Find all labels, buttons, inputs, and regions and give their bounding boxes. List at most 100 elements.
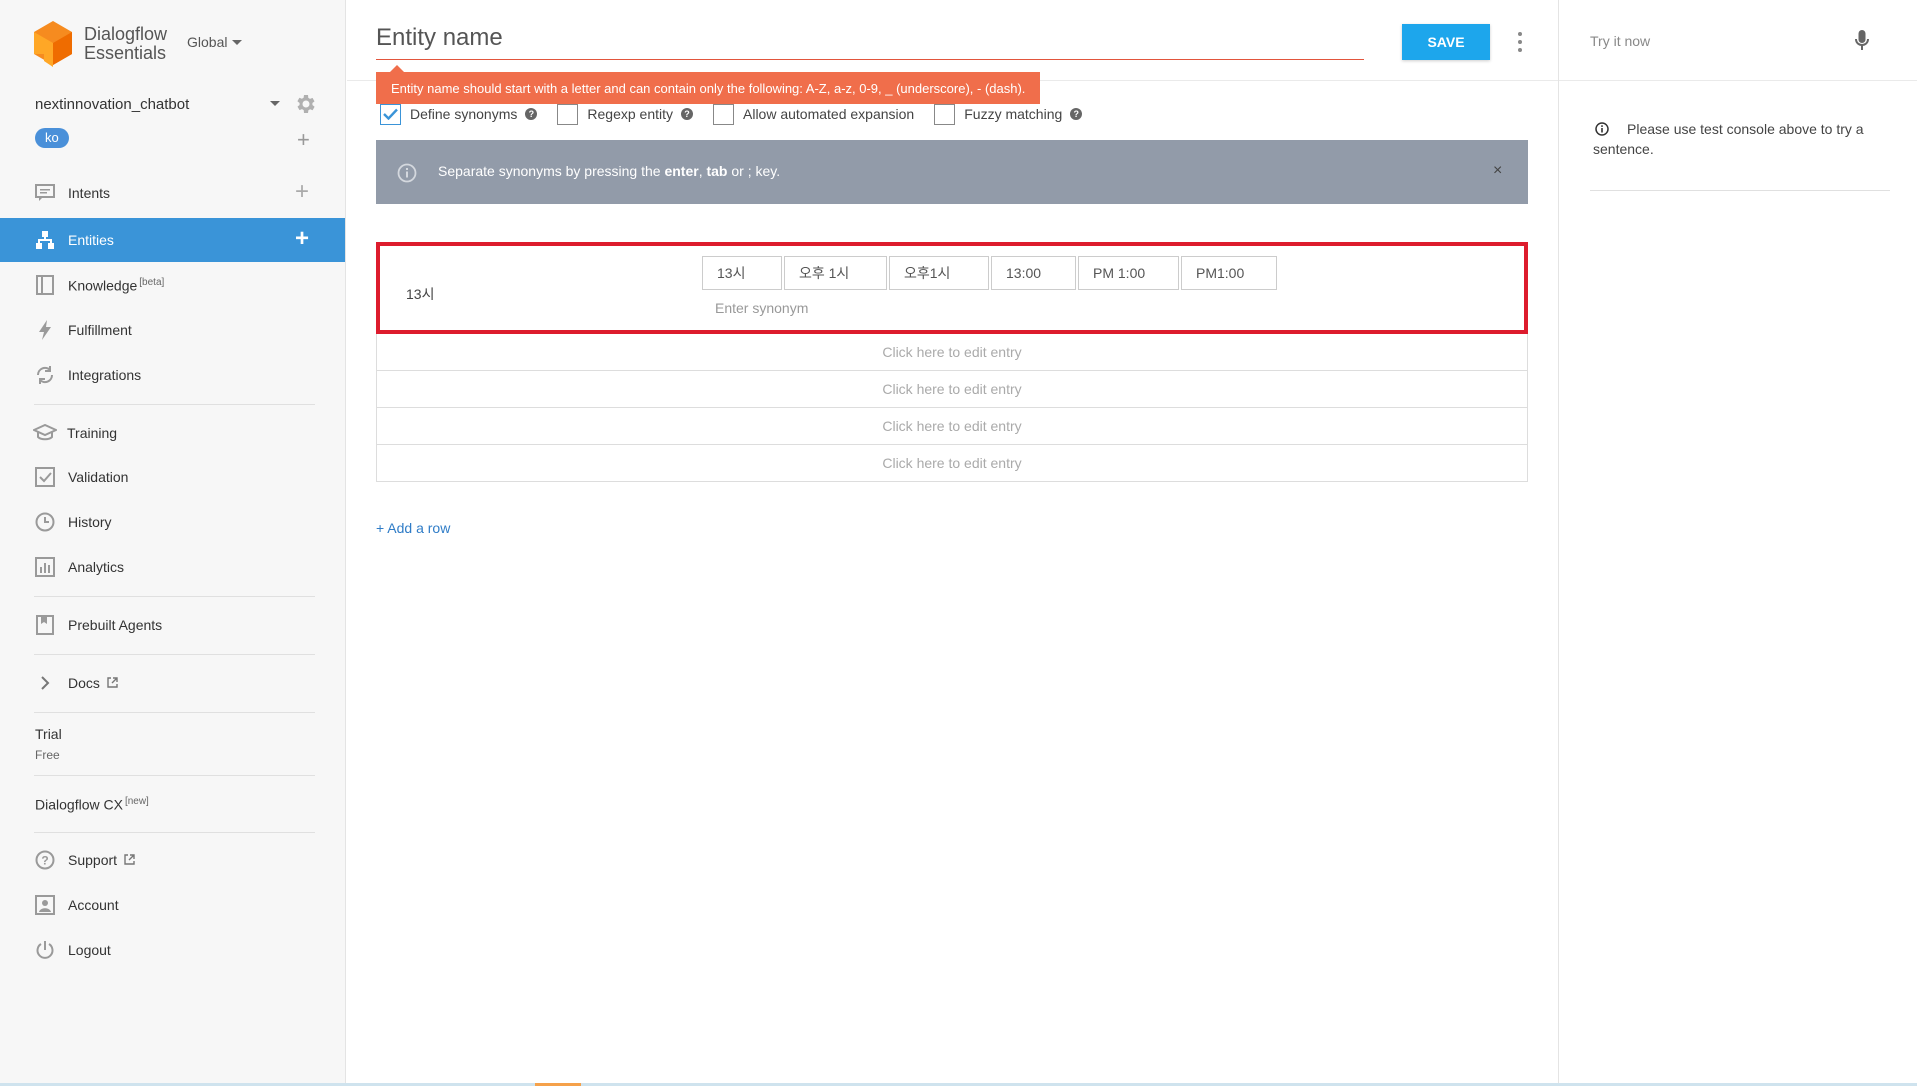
sidebar-item-account[interactable]: Account xyxy=(0,883,345,927)
synonyms-info-bar: Separate synonyms by pressing the enter,… xyxy=(376,140,1528,204)
add-row-link[interactable]: + Add a row xyxy=(376,520,450,536)
try-it-now-input[interactable]: Try it now xyxy=(1590,33,1650,49)
synonym-chip[interactable]: PM 1:00 xyxy=(1078,256,1179,290)
info-key-tab: tab xyxy=(706,163,728,179)
sidebar-item-label: Fulfillment xyxy=(68,322,132,338)
external-link-icon xyxy=(107,677,118,688)
agent-selector[interactable]: nextinnovation_chatbot xyxy=(35,92,317,116)
sidebar-item-intents[interactable]: Intents + xyxy=(0,171,345,215)
sidebar-item-docs[interactable]: Docs xyxy=(0,661,345,705)
help-icon[interactable]: ? xyxy=(525,108,538,120)
sidebar-item-history[interactable]: History xyxy=(0,500,345,544)
chevron-right-icon xyxy=(33,671,57,695)
more-options-icon[interactable] xyxy=(1514,30,1526,54)
chat-bubble-icon xyxy=(33,181,57,205)
dialogflow-app: Dialogflow Essentials Global nextinnovat… xyxy=(0,0,1917,1086)
save-button[interactable]: SAVE xyxy=(1402,24,1490,60)
option-label: Regexp entity xyxy=(587,106,673,122)
checkbox-icon xyxy=(33,465,57,489)
empty-entry-row[interactable]: Click here to edit entry xyxy=(376,334,1528,371)
synonym-chip[interactable]: 오후 1시 xyxy=(784,256,887,290)
console-divider xyxy=(1590,190,1890,191)
validation-error-tooltip: Entity name should start with a letter a… xyxy=(376,65,1041,104)
gear-icon[interactable] xyxy=(293,92,317,116)
sidebar-item-entities[interactable]: Entities + xyxy=(0,218,345,262)
beta-badge: [beta] xyxy=(139,276,165,288)
synonym-chip[interactable]: PM1:00 xyxy=(1181,256,1277,290)
entity-entry-row[interactable]: 13시 13시 오후 1시 오후1시 13:00 PM 1:00 PM1:00 … xyxy=(376,242,1528,334)
dialogflow-logo-icon xyxy=(34,21,72,67)
automated-expansion-checkbox[interactable] xyxy=(713,103,734,125)
automated-expansion-option[interactable]: Allow automated expansion xyxy=(713,103,914,125)
add-language-icon[interactable]: + xyxy=(297,129,310,151)
define-synonyms-checkbox[interactable] xyxy=(380,103,401,125)
region-selector[interactable]: Global xyxy=(187,34,243,50)
sidebar-item-prebuilt-agents[interactable]: Prebuilt Agents xyxy=(0,603,345,647)
sidebar-item-integrations[interactable]: Integrations xyxy=(0,353,345,397)
sync-icon xyxy=(33,363,57,387)
sidebar-item-analytics[interactable]: Analytics xyxy=(0,545,345,589)
brand[interactable]: Dialogflow Essentials xyxy=(34,20,167,68)
sidebar-item-label: Entities xyxy=(68,232,114,248)
sidebar-item-fulfillment[interactable]: Fulfillment xyxy=(0,308,345,352)
info-icon xyxy=(397,163,417,183)
language-row: ko + xyxy=(35,128,317,151)
fuzzy-matching-option[interactable]: Fuzzy matching ? xyxy=(934,103,1083,125)
sidebar-item-label: Logout xyxy=(68,942,111,958)
synonym-chip[interactable]: 13:00 xyxy=(991,256,1076,290)
book-icon xyxy=(33,273,57,297)
graduation-cap-icon xyxy=(33,421,57,445)
sidebar-item-label: Training xyxy=(67,425,118,441)
agent-name: nextinnovation_chatbot xyxy=(35,95,190,113)
sidebar-item-label: Knowledge [beta] xyxy=(68,277,164,294)
microphone-icon[interactable] xyxy=(1855,30,1869,52)
sidebar-item-label: Support xyxy=(68,852,135,868)
synonym-chip[interactable]: 13시 xyxy=(702,256,782,290)
help-icon[interactable]: ? xyxy=(1070,108,1083,120)
sidebar-item-validation[interactable]: Validation xyxy=(0,455,345,499)
dialogflow-cx-link[interactable]: Dialogflow CX [new] xyxy=(35,796,149,813)
console-hint: Please use test console above to try a s… xyxy=(1593,119,1883,159)
sidebar-item-label: History xyxy=(68,514,112,530)
empty-entry-row[interactable]: Click here to edit entry xyxy=(376,408,1528,445)
docs-label: Docs xyxy=(68,675,100,691)
define-synonyms-option[interactable]: Define synonyms ? xyxy=(380,103,538,125)
svg-text:?: ? xyxy=(41,854,48,868)
regexp-entity-option[interactable]: Regexp entity ? xyxy=(557,103,693,125)
bar-chart-icon xyxy=(33,555,57,579)
entity-name-input[interactable]: Entity name xyxy=(376,24,1364,60)
regexp-entity-checkbox[interactable] xyxy=(557,103,579,125)
question-circle-icon: ? xyxy=(33,848,57,872)
sidebar-item-training[interactable]: Training xyxy=(0,411,345,455)
brand-line-1: Dialogflow xyxy=(84,24,168,44)
sidebar-item-label: Validation xyxy=(68,469,129,485)
empty-entry-row[interactable]: Click here to edit entry xyxy=(376,445,1528,482)
sidebar-item-support[interactable]: ? Support xyxy=(0,838,345,882)
entity-options: Define synonyms ? Regexp entity ? Allow … xyxy=(380,103,1102,125)
language-badge[interactable]: ko xyxy=(35,128,69,148)
empty-entry-row[interactable]: Click here to edit entry xyxy=(376,371,1528,408)
sidebar-item-knowledge[interactable]: Knowledge [beta] xyxy=(0,263,345,307)
info-key-enter: enter xyxy=(664,163,699,179)
sitemap-icon xyxy=(33,228,57,252)
lightning-icon xyxy=(33,318,57,342)
help-icon[interactable]: ? xyxy=(681,108,693,120)
fuzzy-matching-checkbox[interactable] xyxy=(934,103,956,125)
cx-label: Dialogflow CX xyxy=(35,796,123,813)
synonym-chip[interactable]: 오후1시 xyxy=(889,256,989,290)
info-text-part: Separate synonyms by pressing the xyxy=(438,163,665,179)
sidebar-item-logout[interactable]: Logout xyxy=(0,928,345,972)
sidebar-divider xyxy=(34,712,315,713)
sidebar-divider xyxy=(34,654,315,655)
add-entity-icon[interactable]: + xyxy=(295,227,309,251)
agent-dropdown-icon[interactable] xyxy=(270,101,280,106)
reference-value[interactable]: 13시 xyxy=(406,284,434,304)
sidebar-divider xyxy=(34,596,315,597)
support-label: Support xyxy=(68,852,118,868)
synonym-input[interactable]: Enter synonym xyxy=(715,300,808,316)
option-label: Fuzzy matching xyxy=(964,106,1063,122)
close-icon[interactable]: × xyxy=(1493,162,1502,180)
account-icon xyxy=(33,893,57,917)
sidebar: Dialogflow Essentials Global nextinnovat… xyxy=(0,0,346,1086)
add-intent-icon[interactable]: + xyxy=(295,180,309,204)
